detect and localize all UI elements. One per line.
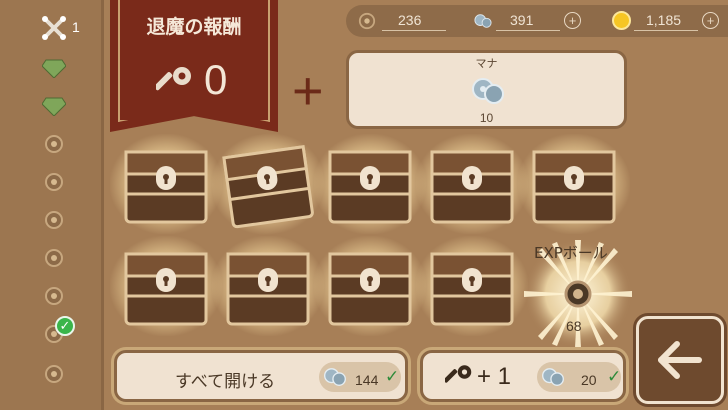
reward-sidebar: 1 ✓ bbox=[0, 0, 104, 410]
reward-box: マナ 10 bbox=[346, 50, 627, 129]
check-icon: ✓ bbox=[607, 367, 622, 387]
bones-icon bbox=[38, 12, 70, 44]
gold-amount: 1,185 bbox=[646, 12, 682, 28]
mana-amount: 391 bbox=[510, 12, 534, 28]
chest-icon bbox=[430, 150, 514, 224]
ore-amount: 236 bbox=[398, 12, 422, 28]
key-icon bbox=[154, 64, 196, 108]
mana-icon bbox=[323, 366, 347, 392]
key-count: 0 bbox=[204, 56, 228, 103]
chest-icon bbox=[124, 150, 208, 224]
check-icon: ✓ bbox=[55, 316, 75, 336]
mana-icon bbox=[471, 75, 505, 111]
exp-ball-value: 68 bbox=[566, 318, 582, 334]
gem-icon bbox=[38, 90, 70, 122]
buy-key-cost: 20 bbox=[581, 372, 597, 388]
exp-ball-label: EXPボール bbox=[534, 244, 608, 262]
buy-key-label: + 1 bbox=[477, 363, 512, 390]
arrow-left-icon bbox=[658, 341, 702, 379]
treasure-chest[interactable] bbox=[314, 134, 426, 234]
check-icon: ✓ bbox=[385, 367, 400, 387]
chest-icon bbox=[328, 252, 412, 326]
chest-icon bbox=[124, 252, 208, 326]
chest-icon bbox=[532, 150, 616, 224]
reward-label: マナ bbox=[475, 57, 498, 70]
mana-icon bbox=[474, 12, 492, 34]
reward-value: 10 bbox=[479, 111, 494, 125]
gold-coin-icon bbox=[612, 11, 631, 30]
mana-icon bbox=[541, 366, 565, 392]
ore-icon bbox=[358, 12, 376, 34]
bones-count: 1 bbox=[72, 19, 80, 35]
chest-icon bbox=[328, 150, 412, 224]
buy-key-button[interactable]: + 1 20 ✓ bbox=[420, 350, 626, 402]
chest-icon bbox=[222, 145, 314, 229]
ore-icon bbox=[38, 166, 70, 198]
ore-icon bbox=[38, 242, 70, 274]
treasure-chest[interactable] bbox=[110, 236, 222, 336]
gold-underline bbox=[634, 30, 698, 31]
open-all-cost: 144 bbox=[355, 372, 379, 388]
back-button[interactable] bbox=[636, 316, 724, 404]
ore-icon bbox=[38, 358, 70, 390]
add-gold-button[interactable]: + bbox=[702, 12, 719, 29]
ore-underline bbox=[382, 30, 446, 31]
chest-icon bbox=[430, 252, 514, 326]
treasure-chest[interactable] bbox=[518, 134, 630, 234]
treasure-chest[interactable] bbox=[416, 236, 528, 336]
gem-icon bbox=[38, 52, 70, 84]
add-mana-button[interactable]: + bbox=[564, 12, 581, 29]
open-all-label: すべて開ける bbox=[175, 372, 276, 392]
treasure-chest[interactable] bbox=[212, 236, 324, 336]
treasure-chest[interactable] bbox=[110, 134, 222, 234]
ore-icon bbox=[38, 128, 70, 160]
key-icon bbox=[443, 363, 475, 397]
open-all-button[interactable]: すべて開ける 144 ✓ bbox=[114, 350, 408, 402]
chest-icon bbox=[226, 252, 310, 326]
banner-title: 退魔の報酬 bbox=[146, 16, 242, 38]
treasure-chest[interactable] bbox=[416, 134, 528, 234]
mana-underline bbox=[496, 30, 560, 31]
plus-icon: + bbox=[292, 61, 324, 121]
treasure-chest[interactable] bbox=[205, 126, 331, 242]
treasure-chest[interactable] bbox=[314, 236, 426, 336]
ore-icon bbox=[38, 280, 70, 312]
ore-icon bbox=[38, 204, 70, 236]
